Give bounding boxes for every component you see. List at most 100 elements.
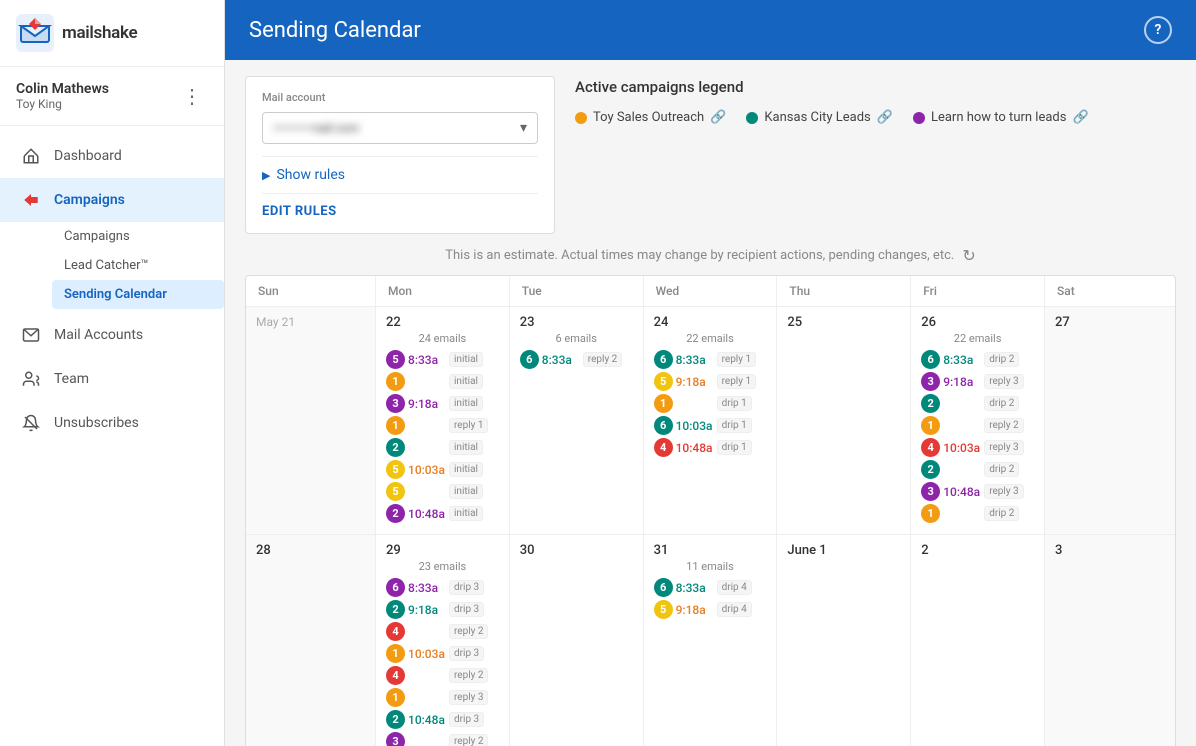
sidebar-item-team[interactable]: Team	[0, 357, 224, 401]
event-time: 9:18a	[943, 375, 981, 389]
help-button[interactable]: ?	[1144, 16, 1172, 44]
badge: 6	[386, 578, 405, 597]
cal-event: 3 9:18a reply 3	[921, 372, 1034, 391]
cal-event: 6 10:03a drip 1	[654, 416, 767, 435]
content-area: Mail account ••••••••••nail.com ▾ ▶ Show…	[225, 60, 1196, 746]
cal-date: 24	[654, 315, 767, 330]
unsubscribe-icon	[20, 412, 42, 434]
toy-sales-dot	[575, 112, 587, 124]
calendar: Sun Mon Tue Wed Thu Fri Sat May 21 22 24…	[245, 275, 1176, 746]
badge: 5	[386, 350, 405, 369]
cal-date: 22	[386, 315, 499, 330]
cal-event: 2 10:48a initial	[386, 504, 499, 523]
cal-date: 3	[1055, 543, 1165, 558]
legend-title: Active campaigns legend	[575, 78, 1176, 96]
event-time: 8:33a	[408, 353, 446, 367]
mail-account-select[interactable]: ••••••••••nail.com ▾	[262, 112, 538, 144]
sidebar-subitem-lead-catcher[interactable]: Lead Catcher™	[52, 251, 224, 280]
cal-event: 1 reply 3	[386, 688, 499, 707]
badge: 6	[520, 350, 539, 369]
sidebar-subitem-sending-calendar[interactable]: Sending Calendar	[52, 280, 224, 309]
event-time: 10:48a	[943, 485, 981, 499]
event-type: drip 2	[984, 352, 1019, 367]
header-sat: Sat	[1045, 276, 1175, 306]
calendar-week-1: May 21 22 24 emails 5 8:33a initial 1 in…	[246, 307, 1175, 535]
badge: 6	[921, 350, 940, 369]
cal-cell-25: 25	[777, 307, 911, 534]
event-type: drip 4	[717, 580, 752, 595]
cal-date: 28	[256, 543, 365, 558]
event-type: reply 1	[717, 374, 756, 389]
event-type: initial	[449, 352, 483, 367]
cal-cell-26: 26 22 emails 6 8:33a drip 2 3 9:18a repl…	[911, 307, 1045, 534]
cal-cell-28: 28	[246, 535, 376, 746]
cal-event: 4 reply 2	[386, 666, 499, 685]
event-type: drip 2	[984, 462, 1019, 477]
user-menu-dots[interactable]: ⋮	[176, 82, 208, 110]
sidebar-item-campaigns[interactable]: Campaigns	[0, 178, 224, 222]
refresh-icon[interactable]: ↻	[962, 246, 975, 265]
event-time: 9:18a	[408, 397, 446, 411]
estimate-banner: This is an estimate. Actual times may ch…	[245, 246, 1176, 265]
event-type: reply 3	[984, 484, 1023, 499]
event-type: reply 2	[984, 418, 1023, 433]
event-type: initial	[449, 440, 483, 455]
sidebar-item-unsubscribes[interactable]: Unsubscribes	[0, 401, 224, 445]
cal-event: 1 drip 1	[654, 394, 767, 413]
cal-event: 2 drip 2	[921, 460, 1034, 479]
kansas-city-link-icon[interactable]: 🔗	[877, 110, 893, 125]
top-section: Mail account ••••••••••nail.com ▾ ▶ Show…	[245, 76, 1176, 234]
event-time: 8:33a	[943, 353, 981, 367]
kansas-city-label: Kansas City Leads	[764, 110, 870, 125]
cal-event: 2 9:18a drip 3	[386, 600, 499, 619]
event-type: reply 2	[449, 668, 488, 683]
cal-cell-27: 27	[1045, 307, 1175, 534]
event-type: reply 2	[583, 352, 622, 367]
main-content: Sending Calendar ? Mail account ••••••••…	[225, 0, 1196, 746]
cal-date: 26	[921, 315, 1034, 330]
event-type: drip 1	[717, 418, 752, 433]
sidebar-item-mail-accounts[interactable]: Mail Accounts	[0, 313, 224, 357]
cal-email-count: 11 emails	[654, 560, 767, 573]
logo-text: mailshake	[62, 23, 137, 43]
cal-event: 5 9:18a drip 4	[654, 600, 767, 619]
cal-event: 5 8:33a initial	[386, 350, 499, 369]
mail-accounts-label: Mail Accounts	[54, 327, 143, 343]
cal-date: 31	[654, 543, 767, 558]
mail-icon	[20, 324, 42, 346]
cal-email-count: 22 emails	[654, 332, 767, 345]
cal-event: 4 10:48a drip 1	[654, 438, 767, 457]
event-type: reply 3	[449, 690, 488, 705]
mail-account-box: Mail account ••••••••••nail.com ▾ ▶ Show…	[245, 76, 555, 234]
header-sun: Sun	[246, 276, 376, 306]
badge: 1	[654, 394, 673, 413]
toy-sales-link-icon[interactable]: 🔗	[710, 110, 726, 125]
cal-event: 5 initial	[386, 482, 499, 501]
event-type: drip 2	[984, 506, 1019, 521]
select-chevron-icon: ▾	[520, 120, 527, 136]
badge: 1	[921, 416, 940, 435]
legend-item-toy-sales: Toy Sales Outreach 🔗	[575, 110, 726, 125]
help-icon: ?	[1155, 22, 1162, 38]
cal-event: 6 8:33a drip 3	[386, 578, 499, 597]
show-rules-toggle[interactable]: ▶ Show rules	[262, 167, 538, 183]
cal-event: 6 8:33a drip 2	[921, 350, 1034, 369]
event-time: 10:48a	[676, 441, 714, 455]
event-type: initial	[449, 506, 483, 521]
learn-how-link-icon[interactable]: 🔗	[1072, 110, 1088, 125]
cal-email-count: 22 emails	[921, 332, 1034, 345]
badge: 3	[921, 482, 940, 501]
event-time: 9:18a	[408, 603, 446, 617]
edit-rules-row: EDIT RULES	[262, 193, 538, 219]
user-name: Colin Mathews	[16, 81, 109, 97]
badge: 3	[921, 372, 940, 391]
cal-event: 3 reply 2	[386, 732, 499, 746]
learn-how-dot	[913, 112, 925, 124]
edit-rules-button[interactable]: EDIT RULES	[262, 204, 538, 219]
header-mon: Mon	[376, 276, 510, 306]
cal-cell-22: 22 24 emails 5 8:33a initial 1 initial 3	[376, 307, 510, 534]
sidebar-subitem-campaigns[interactable]: Campaigns	[52, 222, 224, 251]
cal-event: 6 8:33a reply 2	[520, 350, 633, 369]
sidebar-item-dashboard[interactable]: Dashboard	[0, 134, 224, 178]
cal-event: 5 10:03a initial	[386, 460, 499, 479]
